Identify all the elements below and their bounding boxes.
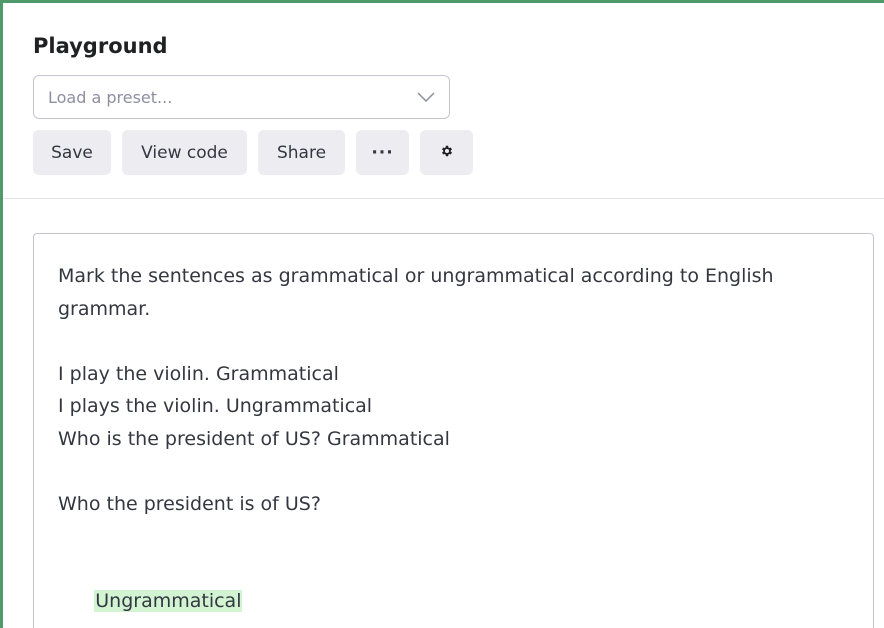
share-button[interactable]: Share [258,130,345,175]
view-code-button[interactable]: View code [122,130,247,175]
prompt-editor[interactable]: Mark the sentences as grammatical or ung… [33,233,874,628]
completion-line: Ungrammatical [58,553,849,628]
playground-window: Playground Load a preset... Save View co… [0,0,884,628]
gear-icon [440,143,454,163]
prompt-line: Who the president is of US? [58,492,321,515]
chevron-down-icon [417,88,435,106]
settings-button[interactable] [420,130,473,175]
prompt-line: Mark the sentences as grammatical or ung… [58,265,774,287]
page-title: Playground [33,34,168,58]
preset-select[interactable]: Load a preset... [33,75,450,119]
prompt-line: I plays the violin. Ungrammatical [58,395,373,417]
prompt-line: grammar. [58,297,151,320]
prompt-line: Who is the president of US? Grammatical [58,427,450,450]
toolbar: Save View code Share ··· [33,130,473,175]
preset-placeholder: Load a preset... [48,87,173,107]
save-button[interactable]: Save [33,130,111,175]
playground-header: Playground Load a preset... Save View co… [3,3,884,199]
prompt-line: I play the violin. Grammatical [58,362,339,385]
completion-text: Ungrammatical [94,590,243,612]
more-options-button[interactable]: ··· [356,130,409,175]
